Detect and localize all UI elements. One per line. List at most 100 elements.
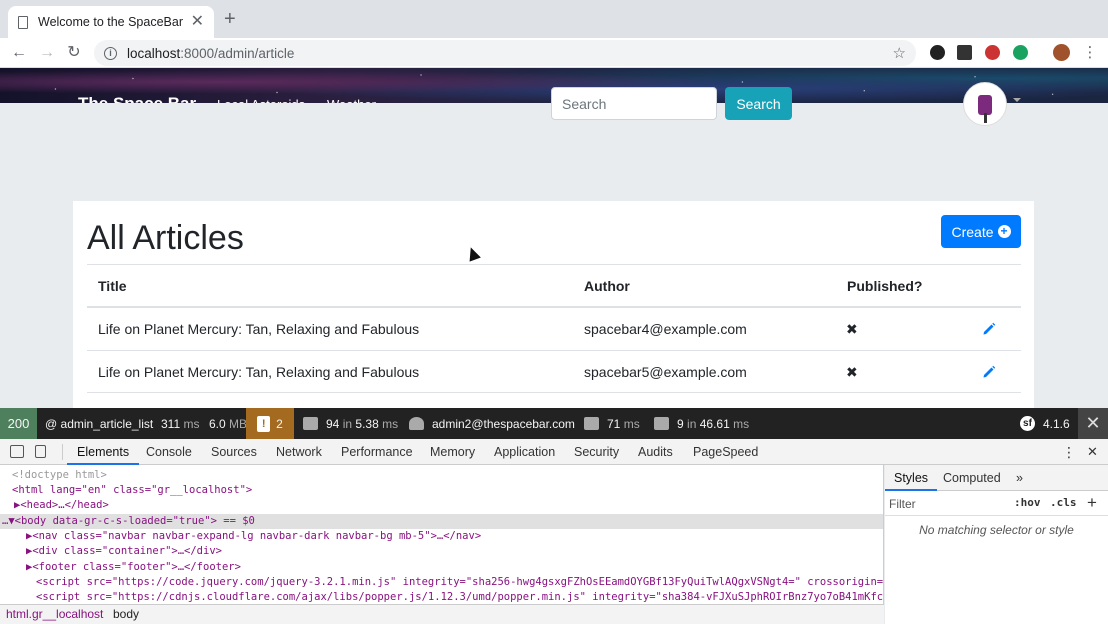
grammarly-icon[interactable] — [1013, 45, 1028, 60]
forms-panel[interactable]: 71 ms — [584, 408, 640, 439]
extension-icon[interactable] — [985, 45, 1000, 60]
tab-security[interactable]: Security — [574, 439, 619, 465]
inspect-element-icon[interactable] — [10, 445, 24, 458]
tab-performance[interactable]: Performance — [341, 439, 413, 465]
symfony-logo-icon: sf — [1020, 416, 1035, 431]
document-icon — [18, 15, 28, 29]
reload-button[interactable]: ↻ — [63, 42, 85, 64]
astronaut-icon — [978, 95, 992, 115]
database-panel[interactable]: 9 in 46.61 ms — [654, 408, 749, 439]
form-icon — [584, 417, 599, 430]
user-avatar[interactable] — [963, 82, 1007, 126]
tab-sources[interactable]: Sources — [211, 439, 257, 465]
chevron-down-icon[interactable] — [1013, 98, 1021, 102]
dom-node[interactable]: <html lang="en" class="gr__localhost"> — [0, 483, 883, 498]
devtools-menu-icon[interactable]: ⋮ — [1062, 439, 1076, 465]
back-button[interactable]: ← — [8, 42, 30, 64]
database-icon — [654, 417, 669, 430]
memory-usage[interactable]: 6.0 MB — [209, 408, 247, 439]
tab-application[interactable]: Application — [494, 439, 555, 465]
site-brand[interactable]: The Space Bar — [78, 95, 196, 103]
dom-node[interactable]: <script src="https://cdnjs.cloudflare.co… — [0, 590, 884, 604]
layers-extension-icon[interactable] — [957, 45, 972, 60]
dom-node[interactable]: ▶<nav class="navbar navbar-expand-lg nav… — [0, 529, 883, 544]
profiler-close-button[interactable]: ✕ — [1078, 408, 1108, 439]
info-icon[interactable]: i — [104, 46, 117, 60]
new-tab-button[interactable]: + — [224, 9, 236, 29]
breadcrumb-body[interactable]: body — [113, 605, 139, 624]
status-code-badge[interactable]: 200 — [0, 408, 37, 439]
class-toggle[interactable]: .cls — [1050, 496, 1077, 509]
security-panel[interactable]: admin2@thespacebar.com — [409, 408, 575, 439]
row-divider — [87, 392, 1021, 393]
tab-memory[interactable]: Memory — [430, 439, 475, 465]
tab-elements[interactable]: Elements — [67, 439, 140, 465]
dom-node[interactable]: <!doctype html> — [0, 468, 883, 483]
tab-audits[interactable]: Audits — [638, 439, 673, 465]
search-button[interactable]: Search — [725, 87, 792, 120]
url-path: :8000/admin/article — [180, 45, 295, 61]
close-tab-icon[interactable]: ✕ — [191, 14, 204, 30]
memory-value: 6.0 — [209, 416, 226, 431]
body-node: …▼<body data-gr-c-s-loaded="true"> == $0 — [2, 515, 255, 527]
route-label: @ admin_article_list — [45, 416, 154, 431]
container-node: ▶<div class="container">…</div> — [26, 545, 222, 557]
html-node: <html lang="en" class="gr__localhost"> — [12, 484, 253, 496]
styles-filter-input[interactable] — [889, 495, 1007, 513]
browser-menu-icon[interactable]: ⋮ — [1079, 42, 1101, 64]
hover-state-toggle[interactable]: :hov — [1014, 496, 1041, 509]
tab-styles[interactable]: Styles — [885, 465, 938, 491]
tab-network[interactable]: Network — [276, 439, 322, 465]
dom-node[interactable]: ▶<head>…</head> — [0, 498, 883, 513]
extension-icon[interactable] — [930, 45, 945, 60]
head-node: ▶<head>…</head> — [14, 499, 109, 511]
route-name[interactable]: @ admin_article_list — [45, 408, 153, 439]
create-button[interactable]: Create + — [941, 215, 1021, 248]
pencil-icon[interactable] — [982, 365, 996, 379]
dom-node[interactable]: ▶<footer class="footer">…</footer> — [0, 560, 883, 575]
more-tabs-icon[interactable]: » — [1016, 465, 1023, 491]
tab-pagespeed[interactable]: PageSpeed — [693, 439, 758, 465]
url-text[interactable]: localhost:8000/admin/article — [127, 46, 893, 61]
nav-node: ▶<nav class="navbar navbar-expand-lg nav… — [26, 530, 482, 542]
request-time[interactable]: 311 ms — [161, 408, 199, 439]
script-popper-node: <script src="https://cdnjs.cloudflare.co… — [36, 591, 884, 603]
footer-node: ▶<footer class="footer">…</footer> — [26, 561, 241, 573]
forms-unit: ms — [623, 416, 640, 431]
nav-link-weather[interactable]: Weather — [327, 97, 376, 103]
doctype-line: <!doctype html> — [12, 469, 107, 481]
table-top-border — [87, 264, 1021, 265]
styles-filter-bar: :hov .cls + — [885, 492, 1108, 516]
dom-node[interactable]: ▶<div class="container">…</div> — [0, 544, 883, 559]
close-icon: ✕ — [1085, 413, 1101, 433]
symfony-version[interactable]: sf 4.1.6 — [1020, 408, 1070, 439]
article-author: spacebar4@example.com — [584, 321, 747, 337]
nav-link-local-asteroids[interactable]: Local Asteroids — [217, 97, 305, 103]
search-input[interactable] — [551, 87, 717, 120]
status-code: 200 — [7, 416, 30, 431]
tab-computed[interactable]: Computed — [943, 465, 1001, 491]
dom-node[interactable]: <script src="https://code.jquery.com/jqu… — [0, 575, 884, 590]
bookmark-star-icon[interactable]: ☆ — [893, 44, 906, 62]
twig-panel[interactable]: 94 in 5.38 ms — [303, 408, 398, 439]
tab-console[interactable]: Console — [146, 439, 192, 465]
browser-tab[interactable]: Welcome to the SpaceBar ✕ — [8, 6, 214, 38]
breadcrumb-html[interactable]: html.gr__localhost — [6, 605, 103, 624]
devtools-close-icon[interactable]: ✕ — [1087, 439, 1098, 465]
browser-toolbar: ← → ↻ i localhost:8000/admin/article ☆ ⋮ — [0, 38, 1108, 68]
device-toolbar-icon[interactable] — [35, 445, 46, 458]
tab-title: Welcome to the SpaceBar — [38, 15, 183, 29]
article-title: Life on Planet Mercury: Tan, Relaxing an… — [98, 364, 420, 380]
forward-button[interactable]: → — [36, 42, 58, 64]
divider — [62, 444, 63, 460]
script-jquery-node: <script src="https://code.jquery.com/jqu… — [36, 576, 884, 588]
new-style-rule-icon[interactable]: + — [1087, 493, 1097, 513]
address-bar[interactable]: i localhost:8000/admin/article ☆ — [94, 40, 916, 66]
request-time-value: 311 — [161, 416, 181, 431]
dom-node-selected[interactable]: …▼<body data-gr-c-s-loaded="true"> == $0 — [0, 514, 883, 530]
profile-avatar-icon[interactable] — [1053, 44, 1070, 61]
exclamation-icon: ! — [257, 415, 271, 432]
twig-count: 94 — [326, 416, 340, 431]
warnings-panel[interactable]: ! 2 — [246, 408, 294, 439]
pencil-icon[interactable] — [982, 322, 996, 336]
